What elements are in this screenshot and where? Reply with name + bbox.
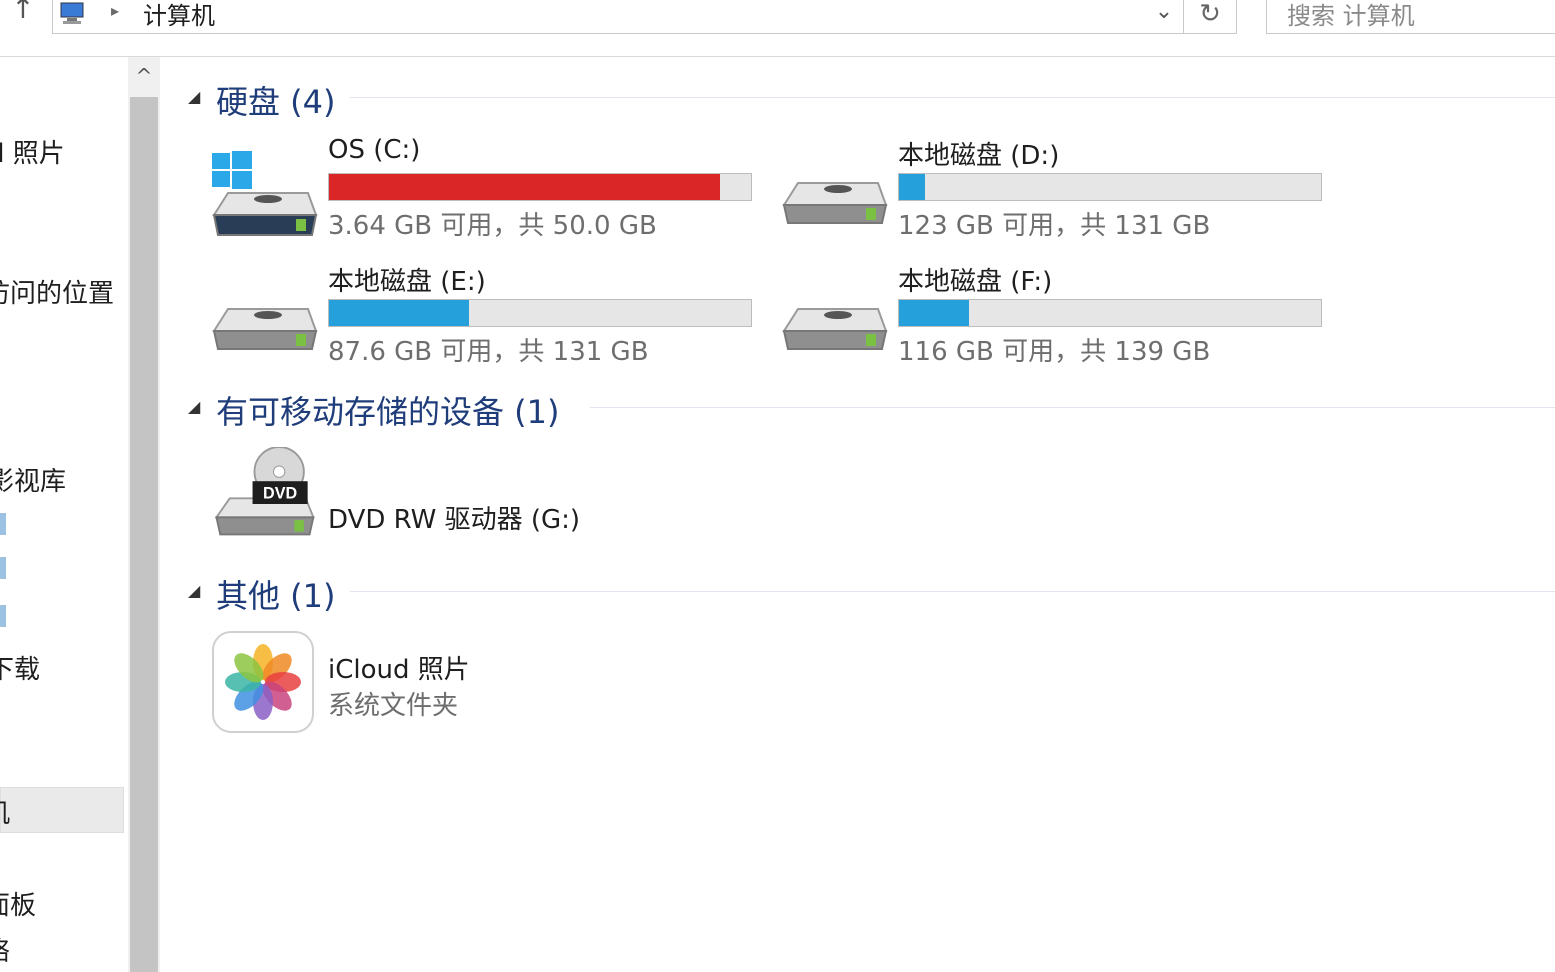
group-divider [350,591,1555,592]
content-pane: ◢ 硬盘 (4) OS (C:) 3.64 GB 可用，共 50.0 GB 本地… [160,57,1555,972]
hard-drive-icon [782,182,888,224]
hard-drive-icon [782,308,888,350]
scroll-up-icon[interactable]: ^ [128,57,160,95]
group-divider [350,97,1555,98]
windows-drive-icon [212,151,318,236]
drive-usage-bar [898,173,1322,201]
hard-drive-icon [212,308,318,350]
nav-item-selected-highlight[interactable] [0,787,124,833]
chevron-down-icon[interactable]: ⌄ [1147,0,1181,24]
drive-space-info: 123 GB 可用，共 131 GB [898,211,1211,241]
drive-space-info: 116 GB 可用，共 139 GB [898,337,1211,367]
nav-item-network[interactable]: 络 [0,931,10,968]
group-title: 有可移动存储的设备 (1) [216,393,560,431]
nav-item-video-library[interactable]: 影视库 [0,461,66,498]
drive-usage-bar [328,173,752,201]
scrollbar-thumb[interactable] [130,97,158,972]
nav-item-control-panel[interactable]: 面板 [0,885,36,922]
nav-scrollbar[interactable]: ^ [128,57,160,972]
dvd-badge-label: DVD [263,484,297,502]
drive-usage-fill [329,300,469,326]
drive-name: DVD RW 驱动器 (G:) [328,505,581,535]
drive-name: OS (C:) [328,135,421,165]
icloud-photos-item[interactable]: iCloud 照片 系统文件夹 [160,631,720,746]
drive-d[interactable]: 本地磁盘 (D:) 123 GB 可用，共 131 GB [730,135,1322,250]
drive-name: 本地磁盘 (D:) [898,141,1060,171]
refresh-button[interactable]: ↻ [1184,0,1237,34]
icloud-photos-icon [212,631,314,733]
item-name: iCloud 照片 [328,655,470,685]
drive-space-info: 87.6 GB 可用，共 131 GB [328,337,649,367]
breadcrumb[interactable]: 计算机 [143,0,215,31]
dvd-drive-icon: DVD [214,447,315,536]
drive-usage-fill [899,174,925,200]
drive-name: 本地磁盘 (F:) [898,267,1053,297]
group-title: 其他 (1) [216,577,336,615]
nav-item-downloads[interactable]: 下载 [0,649,40,686]
nav-item-icloud-photos[interactable]: d 照片 [0,133,65,170]
item-type: 系统文件夹 [328,691,459,721]
breadcrumb-separator-icon: ▸ [111,1,120,20]
address-bar[interactable]: ▸ 计算机 ⌄ [52,0,1184,34]
collapse-triangle-icon[interactable]: ◢ [188,397,200,416]
collapse-triangle-icon[interactable]: ◢ [188,581,200,600]
address-toolbar: ↑ ▸ 计算机 ⌄ ↻ 搜索 计算机 [0,0,1555,57]
group-header-removable[interactable]: ◢ 有可移动存储的设备 (1) [160,387,1555,431]
drive-e[interactable]: 本地磁盘 (E:) 87.6 GB 可用，共 131 GB [160,261,752,376]
computer-icon [60,2,84,24]
group-header-other[interactable]: ◢ 其他 (1) [160,571,1555,615]
group-divider [590,407,1555,408]
nav-item-computer[interactable]: 机 [0,793,10,830]
nav-item-recent-places[interactable]: 访问的位置 [0,273,114,310]
nav-item-fragment[interactable] [0,513,6,535]
nav-item-fragment[interactable] [0,605,6,627]
nav-item-fragment[interactable] [0,557,6,579]
up-arrow-icon[interactable]: ↑ [6,0,40,26]
navigation-pane: d 照片 访问的位置 影视库 下载 机 面板 络 [0,57,128,972]
search-input[interactable]: 搜索 计算机 [1266,0,1555,34]
drive-usage-bar [328,299,752,327]
drive-name: 本地磁盘 (E:) [328,267,486,297]
drive-usage-fill [899,300,969,326]
search-placeholder: 搜索 计算机 [1287,2,1415,30]
drive-dvd-g[interactable]: DVD DVD RW 驱动器 (G:) [160,447,720,562]
drive-usage-fill [329,174,721,200]
drive-c[interactable]: OS (C:) 3.64 GB 可用，共 50.0 GB [160,135,752,250]
drive-f[interactable]: 本地磁盘 (F:) 116 GB 可用，共 139 GB [730,261,1322,376]
group-header-hard-disks[interactable]: ◢ 硬盘 (4) [160,77,1555,121]
collapse-triangle-icon[interactable]: ◢ [188,87,200,106]
drive-usage-bar [898,299,1322,327]
drive-space-info: 3.64 GB 可用，共 50.0 GB [328,211,657,241]
group-title: 硬盘 (4) [216,83,336,121]
